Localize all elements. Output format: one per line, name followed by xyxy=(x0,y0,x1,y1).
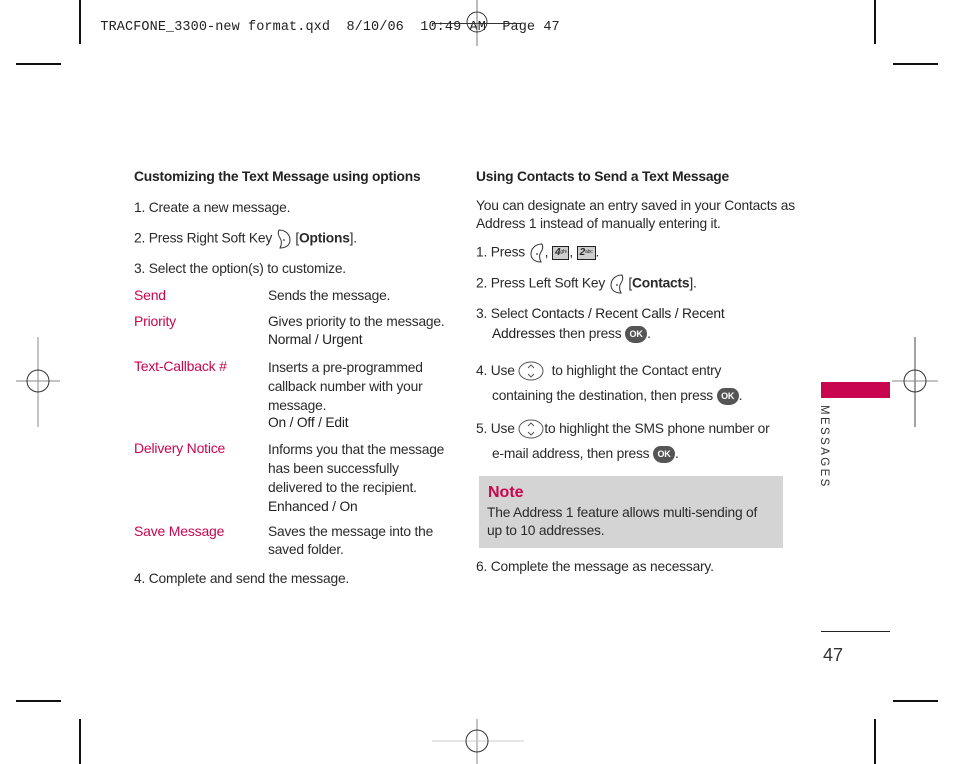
crop-mark-top-left-horizontal xyxy=(16,63,61,65)
right-step-6: 6. Complete the message as necessary. xyxy=(476,559,714,574)
section-label: MESSAGES xyxy=(818,405,830,489)
left-soft-key-icon xyxy=(530,243,543,263)
registration-mark-left xyxy=(16,337,60,427)
crop-mark-top-left-vertical xyxy=(79,0,81,44)
left-heading: Customizing the Text Message using optio… xyxy=(134,169,421,184)
option-desc-text-callback: Inserts a pre-programmed callback number… xyxy=(268,360,423,430)
right-soft-key-icon xyxy=(277,229,291,249)
crop-mark-bottom-left-horizontal xyxy=(16,700,61,702)
step-3-menu-path: Contacts / Recent Calls / Recent xyxy=(531,306,725,321)
navigation-key-icon xyxy=(518,361,544,381)
key-2-abc-icon: 2abc xyxy=(576,246,596,260)
page-number-rule xyxy=(821,631,890,632)
navigation-key-icon xyxy=(518,419,544,439)
option-values-text-callback: On / Off / Edit xyxy=(268,415,349,430)
right-step-4: 4. Use to highlight the Contact entry co… xyxy=(476,361,743,405)
right-step-2: 2. Press Left Soft Key [Contacts]. xyxy=(476,274,697,294)
page-number: 47 xyxy=(823,645,844,665)
left-soft-key-icon xyxy=(610,274,623,294)
option-values-priority: Normal / Urgent xyxy=(268,332,363,347)
right-intro: You can designate an entry saved in your… xyxy=(476,198,795,231)
option-desc-send: Sends the message. xyxy=(268,288,391,303)
option-values-delivery-notice: Enhanced / On xyxy=(268,499,358,514)
note-text: The Address 1 feature allows multi-sendi… xyxy=(487,505,758,538)
option-term-save-message: Save Message xyxy=(134,523,225,539)
registration-mark-bottom xyxy=(432,719,524,764)
ok-key-icon: OK xyxy=(625,325,648,343)
crop-mark-bottom-right-vertical xyxy=(874,719,876,764)
key-4-ghi-icon: 4ghi xyxy=(551,246,570,260)
option-term-text-callback: Text-Callback # xyxy=(134,358,227,374)
right-heading: Using Contacts to Send a Text Message xyxy=(476,169,730,184)
section-tab-bar xyxy=(821,382,890,398)
left-step-2-text: 2. Press Right Soft Key xyxy=(134,230,273,246)
left-step-4: 4. Complete and send the message. xyxy=(134,571,350,586)
slug-date: 8/10/06 xyxy=(346,20,404,35)
left-step-1: 1. Create a new message. xyxy=(134,200,291,215)
note-box: Note The Address 1 feature allows multi-… xyxy=(479,476,783,548)
left-step-3: 3. Select the option(s) to customize. xyxy=(134,261,346,276)
contacts-key-label: Contacts xyxy=(631,275,690,291)
option-term-priority: Priority xyxy=(134,313,176,329)
options-key-label: Options xyxy=(298,230,350,246)
crop-mark-bottom-right-horizontal xyxy=(893,700,938,702)
option-term-delivery-notice: Delivery Notice xyxy=(134,440,226,456)
option-desc-priority: Gives priority to the message. Normal / … xyxy=(268,314,445,347)
ok-key-icon: OK xyxy=(716,387,739,405)
right-step-1: 1. Press , 4ghi, 2abc. xyxy=(476,243,599,263)
option-desc-delivery-notice: Informs you that the message has been su… xyxy=(268,442,445,514)
right-step-3: 3. Select Contacts / Recent Calls / Rece… xyxy=(476,306,725,343)
option-desc-save-message: Saves the message into the saved folder. xyxy=(268,524,434,557)
crop-mark-bottom-left-vertical xyxy=(79,719,81,764)
left-step-2: 2. Press Right Soft Key [Options]. xyxy=(134,229,357,249)
note-title: Note xyxy=(488,484,524,501)
registration-mark-right xyxy=(892,337,938,427)
ok-key-icon: OK xyxy=(653,445,676,463)
registration-mark-top xyxy=(466,0,488,46)
right-step-5: 5. Use to highlight the SMS phone number… xyxy=(476,419,770,463)
crop-mark-top-right-vertical xyxy=(874,0,876,44)
slug-filename: TRACFONE_3300-new format.qxd xyxy=(100,20,331,35)
option-term-send: Send xyxy=(134,287,166,303)
crop-mark-top-right-horizontal xyxy=(893,63,938,65)
